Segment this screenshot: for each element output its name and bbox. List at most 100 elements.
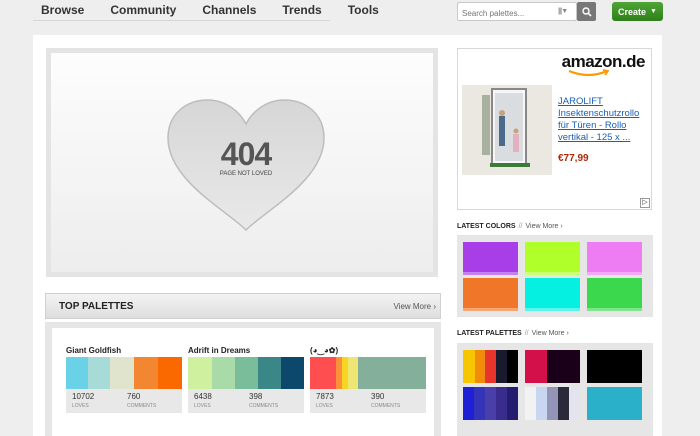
swatch-shade: [587, 308, 642, 311]
palette-swatch[interactable]: [281, 357, 304, 389]
product-price: €77,99: [558, 153, 589, 164]
nav-browse[interactable]: Browse: [41, 3, 84, 17]
palette-thumb-swatch: [536, 387, 547, 420]
palette-thumb-swatch: [558, 350, 569, 383]
palette-swatches[interactable]: [310, 357, 426, 389]
color-swatch[interactable]: [525, 278, 580, 311]
palette-swatches[interactable]: [188, 357, 304, 389]
swatch-shade: [587, 272, 642, 275]
palette-thumb[interactable]: [587, 387, 642, 420]
palette-thumb-swatch: [525, 387, 536, 420]
palette-thumb-swatch: [558, 387, 569, 420]
palette-thumb-swatch: [485, 387, 496, 420]
color-swatch[interactable]: [463, 242, 518, 275]
color-swatch[interactable]: [587, 242, 642, 275]
palette-thumb[interactable]: [463, 387, 518, 420]
palette-thumb-swatch: [631, 387, 642, 420]
latest-colors-view-more[interactable]: View More ›: [525, 223, 562, 230]
palette-thumb-swatch: [620, 387, 631, 420]
palette-thumb[interactable]: [525, 350, 580, 383]
nav-channels[interactable]: Channels: [202, 3, 256, 17]
nav-tools[interactable]: Tools: [348, 3, 379, 17]
latest-palettes-title: LATEST PALETTES: [457, 330, 522, 337]
palette-swatch[interactable]: [66, 357, 88, 389]
search-box: ||||▼: [457, 2, 577, 22]
comments-label: COMMENTS: [371, 403, 401, 409]
palette-swatch[interactable]: [348, 357, 358, 389]
palette-swatch[interactable]: [310, 357, 336, 389]
palette-swatch[interactable]: [212, 357, 235, 389]
palette-swatches[interactable]: [66, 357, 182, 389]
palette-swatch[interactable]: [188, 357, 212, 389]
palette-swatch[interactable]: [235, 357, 258, 389]
error-panel: 404 PAGE NOT LOVED: [46, 48, 438, 277]
main-content: 404 PAGE NOT LOVED TOP PALETTES View Mor…: [33, 35, 662, 436]
adchoices-icon[interactable]: ▷: [640, 198, 650, 208]
nav-trends[interactable]: Trends: [282, 3, 321, 17]
palette-thumb-swatch: [475, 350, 485, 383]
palette-thumb-swatch: [463, 387, 474, 420]
palette-thumb-swatch: [474, 387, 485, 420]
error-text: 404 PAGE NOT LOVED: [166, 136, 326, 177]
top-palettes-title: TOP PALETTES: [59, 301, 134, 312]
palette-thumb-swatch: [507, 350, 518, 383]
top-palettes-body: Giant Goldfish 10702 LOVES 760 COMMENTS Ad…: [45, 322, 441, 436]
color-swatch[interactable]: [587, 278, 642, 311]
palette-thumb-swatch: [587, 350, 598, 383]
nav-community[interactable]: Community: [110, 3, 176, 17]
palette-name[interactable]: Adrift in Dreams: [188, 346, 304, 357]
color-swatch[interactable]: [463, 278, 518, 311]
heart-graphic: 404 PAGE NOT LOVED: [166, 98, 326, 233]
palette-thumb-swatch: [547, 387, 558, 420]
product-image[interactable]: [462, 85, 552, 175]
comments-count: 390: [371, 392, 385, 401]
palette-swatch[interactable]: [258, 357, 281, 389]
palette-swatch[interactable]: [110, 357, 134, 389]
top-palettes-header: TOP PALETTES View More ›: [45, 293, 441, 319]
top-palettes-list: Giant Goldfish 10702 LOVES 760 COMMENTS Ad…: [52, 328, 434, 436]
palette-swatch[interactable]: [358, 357, 426, 389]
swatch-shade: [525, 272, 580, 275]
latest-colors-grid: [457, 235, 653, 317]
amazon-ad[interactable]: amazon.de JAROLIFT Insektenschutzrollo f…: [457, 48, 652, 210]
main-nav: Browse Community Channels Trends Tools: [33, 0, 379, 21]
loves-label: LOVES: [72, 403, 89, 409]
palette-thumb-swatch: [587, 387, 598, 420]
color-swatch[interactable]: [525, 242, 580, 275]
search-input[interactable]: [458, 5, 550, 22]
palette-name[interactable]: Giant Goldfish: [66, 346, 182, 357]
palette-thumb[interactable]: [463, 350, 518, 383]
palette-card[interactable]: Adrift in Dreams 6438 LOVES 398 COMMENTS: [188, 346, 304, 413]
latest-colors-header: LATEST COLORS//View More ›: [457, 223, 563, 230]
palette-swatch[interactable]: [158, 357, 182, 389]
palette-thumb-swatch: [525, 350, 536, 383]
palette-swatch[interactable]: [88, 357, 110, 389]
palette-thumb[interactable]: [587, 350, 642, 383]
palette-thumb-swatch: [569, 387, 580, 420]
palette-name[interactable]: (◕‿◕✿): [310, 346, 426, 357]
search-button[interactable]: [577, 2, 596, 21]
chevron-down-icon: ▼: [650, 8, 657, 15]
swatch-shade: [463, 272, 518, 275]
palette-thumb-swatch: [463, 350, 475, 383]
palette-thumb-swatch: [631, 350, 642, 383]
latest-palettes-view-more[interactable]: View More ›: [532, 330, 569, 337]
loves-label: LOVES: [316, 403, 333, 409]
create-button[interactable]: Create ▼: [612, 2, 663, 21]
product-title[interactable]: JAROLIFT Insektenschutzrollo für Türen -…: [558, 96, 650, 144]
palette-swatch[interactable]: [134, 357, 158, 389]
latest-palettes-header: LATEST PALETTES//View More ›: [457, 330, 569, 337]
amazon-smile-icon: [568, 69, 610, 77]
palette-thumb-swatch: [598, 387, 609, 420]
palette-thumb-swatch: [609, 350, 620, 383]
search-options-icon[interactable]: ||||▼: [558, 8, 570, 16]
comments-label: COMMENTS: [249, 403, 279, 409]
comments-count: 398: [249, 392, 263, 401]
palette-card[interactable]: (◕‿◕✿) 7873 LOVES 390 COMMENTS: [310, 346, 426, 413]
palette-thumb[interactable]: [525, 387, 580, 420]
palette-thumb-swatch: [485, 350, 496, 383]
palette-stats: 10702 LOVES 760 COMMENTS: [66, 389, 182, 413]
palette-card[interactable]: Giant Goldfish 10702 LOVES 760 COMMENTS: [66, 346, 182, 413]
latest-colors-title: LATEST COLORS: [457, 223, 516, 230]
top-palettes-view-more[interactable]: View More ›: [393, 302, 436, 311]
